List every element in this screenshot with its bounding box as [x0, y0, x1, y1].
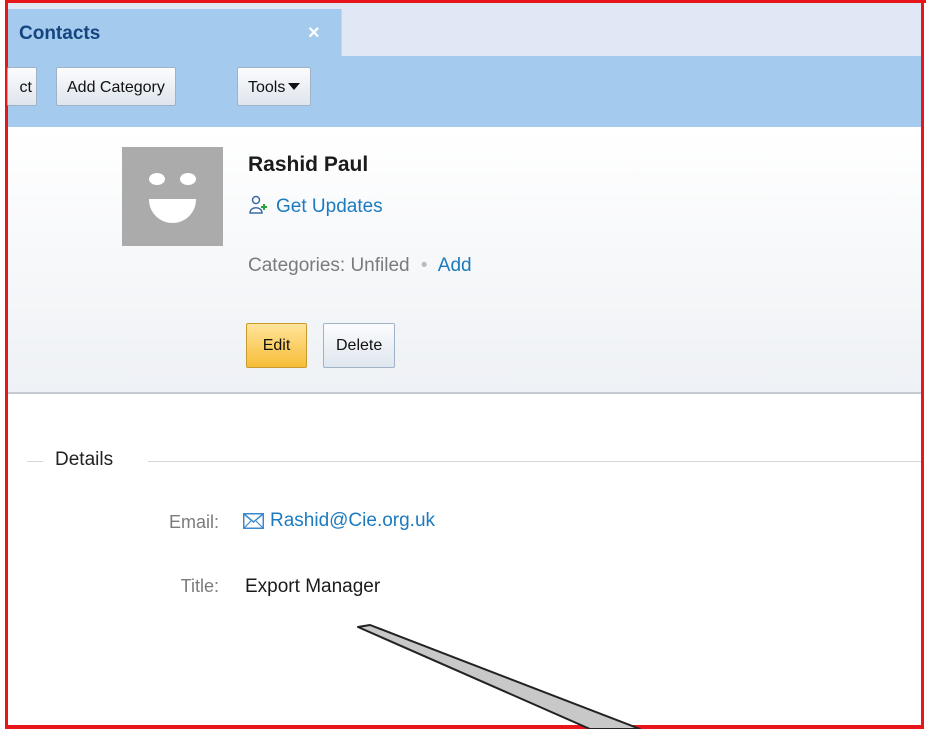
title-label: Title:: [180, 576, 219, 596]
email-value: Rashid@Cie.org.uk: [270, 510, 436, 531]
edit-button[interactable]: Edit: [246, 323, 307, 368]
add-category-link[interactable]: Add: [438, 255, 472, 276]
avatar-left-eye: [149, 173, 165, 185]
categories-row: Categories: Unfiled • Add: [248, 255, 472, 277]
categories-separator: •: [420, 255, 428, 276]
email-link[interactable]: Rashid@Cie.org.uk: [243, 510, 435, 532]
toolbar: ct Add Category Tools: [7, 56, 921, 127]
tab-label: Contacts: [19, 23, 101, 44]
contact-header: Rashid Paul Get Updates Categories: Unfi…: [8, 127, 921, 394]
tools-label: Tools: [248, 79, 286, 96]
tools-menu-button[interactable]: Tools: [237, 67, 312, 106]
categories-value: Unfiled: [350, 255, 410, 276]
avatar-right-eye: [180, 173, 196, 185]
delete-button[interactable]: Delete: [323, 323, 396, 368]
email-label: Email:: [168, 512, 219, 532]
details-divider-left: [27, 461, 43, 462]
close-icon[interactable]: ×: [308, 22, 320, 45]
get-updates-label: Get Updates: [276, 196, 383, 217]
tab-bar: Contacts ×: [8, 3, 921, 56]
add-person-icon: [249, 195, 267, 214]
add-contact-button[interactable]: ct: [7, 67, 37, 106]
categories-label: Categories:: [248, 255, 346, 276]
avatar: [122, 147, 223, 246]
frame-bottom-border: [5, 725, 924, 729]
details-divider-right: [148, 461, 921, 462]
frame-right-border: [921, 0, 924, 729]
details-section-title: Details: [55, 449, 114, 470]
envelope-icon: [243, 513, 264, 529]
title-value: Export Manager: [245, 576, 381, 597]
add-category-button[interactable]: Add Category: [56, 67, 176, 106]
avatar-mouth: [149, 199, 196, 223]
get-updates-link[interactable]: Get Updates: [248, 195, 383, 218]
contact-name: Rashid Paul: [248, 153, 369, 176]
caret-down-icon: [288, 83, 301, 90]
tab-contacts[interactable]: Contacts ×: [8, 9, 342, 56]
